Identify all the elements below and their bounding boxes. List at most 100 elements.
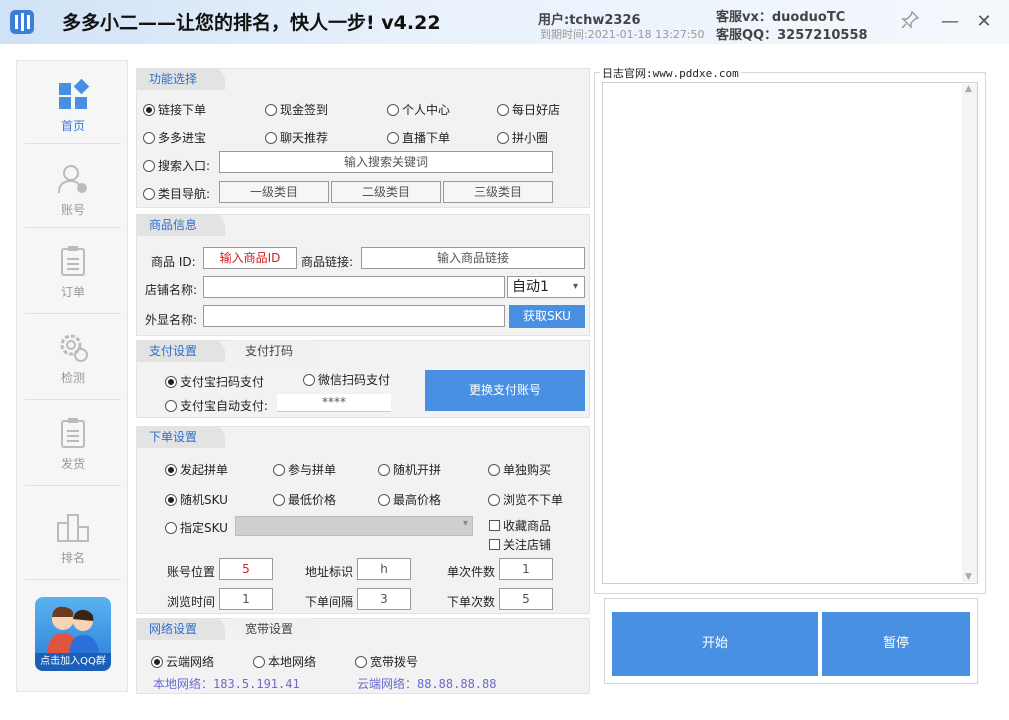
qty-label: 单次件数 bbox=[447, 565, 496, 579]
radio-single-buy[interactable]: 单独购买 bbox=[488, 461, 551, 478]
user-account-icon bbox=[57, 163, 89, 195]
app-logo-icon bbox=[10, 10, 34, 34]
radio-random-sku[interactable]: 随机SKU bbox=[165, 491, 228, 508]
order-times-input[interactable]: 5 bbox=[499, 588, 553, 610]
category-level1-button[interactable]: 一级类目 bbox=[219, 181, 329, 203]
radio-local-network[interactable]: 本地网络 bbox=[253, 653, 316, 670]
radio-duoduo-jinbao[interactable]: 多多进宝 bbox=[143, 129, 206, 146]
tab-pay-captcha[interactable]: 支付打码 bbox=[233, 340, 321, 362]
shop-name-label: 店铺名称: bbox=[145, 283, 198, 297]
sidebar-item-shipping[interactable]: 发货 bbox=[17, 403, 129, 483]
radio-highest-price[interactable]: 最高价格 bbox=[378, 491, 441, 508]
radio-alipay-scan[interactable]: 支付宝扫码支付 bbox=[165, 373, 264, 390]
change-pay-account-button[interactable]: 更换支付账号 bbox=[425, 370, 585, 411]
account-pos-label: 账号位置 bbox=[167, 565, 216, 579]
radio-alipay-auto[interactable]: 支付宝自动支付: bbox=[165, 397, 268, 414]
log-title: 日志官网:www.pddxe.com bbox=[600, 65, 741, 81]
radio-category-nav[interactable]: 类目导航: bbox=[143, 185, 210, 202]
tab-goods-info[interactable]: 商品信息 bbox=[137, 214, 225, 236]
radio-join-group[interactable]: 参与拼单 bbox=[273, 461, 336, 478]
close-button[interactable]: ✕ bbox=[972, 10, 996, 34]
goods-panel: 商品信息 商品 ID: 输入商品ID 商品链接: 输入商品链接 店铺名称: 自动… bbox=[136, 214, 590, 336]
radio-daily-shop[interactable]: 每日好店 bbox=[497, 101, 560, 118]
qty-input[interactable]: 1 bbox=[499, 558, 553, 580]
alipay-password-input[interactable]: **** bbox=[277, 394, 391, 412]
checkbox-collect-goods[interactable]: 收藏商品 bbox=[489, 517, 551, 534]
qq-group-label: 点击加入QQ群 bbox=[35, 653, 111, 671]
sku-select[interactable]: ▾ bbox=[235, 516, 473, 536]
tab-func-select[interactable]: 功能选择 bbox=[137, 68, 225, 90]
radio-live-order[interactable]: 直播下单 bbox=[387, 129, 450, 146]
cloud-ip: 云端网络：88.88.88.88 bbox=[357, 677, 497, 691]
sidebar-item-label: 排名 bbox=[60, 551, 85, 565]
minimize-button[interactable]: — bbox=[938, 10, 962, 34]
scroll-down-icon[interactable]: ▼ bbox=[965, 572, 972, 582]
service-wechat: 客服vx：duoduoTC bbox=[716, 10, 846, 25]
radio-cash-checkin[interactable]: 现金签到 bbox=[265, 101, 328, 118]
shop-name-input[interactable] bbox=[203, 276, 505, 298]
radio-wechat-scan[interactable]: 微信扫码支付 bbox=[303, 371, 390, 388]
pause-button[interactable]: 暂停 bbox=[822, 612, 970, 676]
sidebar-item-ranking[interactable]: 排名 bbox=[17, 497, 129, 577]
goods-id-input[interactable]: 输入商品ID bbox=[203, 247, 297, 269]
tab-broadband-settings[interactable]: 宽带设置 bbox=[233, 618, 321, 640]
sidebar-item-check[interactable]: 检测 bbox=[17, 317, 129, 397]
chevron-down-icon: ▾ bbox=[462, 518, 468, 529]
radio-search-entry[interactable]: 搜索入口: bbox=[143, 157, 210, 174]
category-level3-button[interactable]: 三级类目 bbox=[443, 181, 553, 203]
start-button[interactable]: 开始 bbox=[612, 612, 818, 676]
radio-cloud-network[interactable]: 云端网络 bbox=[151, 653, 214, 670]
radio-specify-sku[interactable]: 指定SKU bbox=[165, 519, 228, 536]
pin-icon[interactable] bbox=[898, 10, 922, 34]
order-interval-input[interactable]: 3 bbox=[357, 588, 411, 610]
radio-random-group[interactable]: 随机开拼 bbox=[378, 461, 441, 478]
service-qq: 客服QQ：3257210558 bbox=[716, 28, 868, 43]
log-scrollbar[interactable]: ▲ ▼ bbox=[962, 84, 977, 582]
radio-chat-recommend[interactable]: 聊天推荐 bbox=[265, 129, 328, 146]
sidebar-item-label: 首页 bbox=[60, 119, 85, 133]
radio-link-order[interactable]: 链接下单 bbox=[143, 101, 206, 118]
ranking-podium-icon bbox=[57, 511, 89, 543]
radio-lowest-price[interactable]: 最低价格 bbox=[273, 491, 336, 508]
tab-pay-settings[interactable]: 支付设置 bbox=[137, 340, 225, 362]
expire-time: 到期时间:2021-01-18 13:27:50 bbox=[540, 28, 705, 41]
app-title: 多多小二——让您的排名，快人一步! v4.22 bbox=[62, 12, 441, 34]
gear-check-icon bbox=[57, 331, 89, 363]
tab-network-settings[interactable]: 网络设置 bbox=[137, 618, 225, 640]
log-textarea[interactable] bbox=[602, 82, 978, 584]
browse-time-input[interactable]: 1 bbox=[219, 588, 273, 610]
goods-link-input[interactable]: 输入商品链接 bbox=[361, 247, 585, 269]
search-input[interactable]: 输入搜索关键词 bbox=[219, 151, 553, 173]
home-grid-icon bbox=[57, 78, 90, 111]
checkbox-follow-shop[interactable]: 关注店铺 bbox=[489, 536, 551, 553]
goods-link-label: 商品链接: bbox=[301, 255, 354, 269]
category-level2-button[interactable]: 二级类目 bbox=[331, 181, 441, 203]
sidebar-item-home[interactable]: 首页 bbox=[17, 65, 129, 145]
chevron-down-icon: ▾ bbox=[572, 281, 578, 292]
func-panel: 功能选择 链接下单 现金签到 个人中心 每日好店 多多进宝 聊天推荐 直播下单 … bbox=[136, 68, 590, 208]
network-panel: 网络设置 宽带设置 云端网络 本地网络 宽带拨号 本地网络：183.5.191.… bbox=[136, 618, 590, 694]
pay-panel: 支付设置 支付打码 支付宝扫码支付 微信扫码支付 支付宝自动支付: **** 更… bbox=[136, 340, 590, 418]
tab-order-settings[interactable]: 下单设置 bbox=[137, 426, 225, 448]
order-interval-label: 下单间隔 bbox=[305, 595, 354, 609]
qq-group-button[interactable]: 点击加入QQ群 bbox=[35, 597, 111, 671]
auto-select[interactable]: 自动1 ▾ bbox=[507, 276, 585, 298]
sidebar-item-account[interactable]: 账号 bbox=[17, 149, 129, 229]
display-name-input[interactable] bbox=[203, 305, 505, 327]
radio-browse-only[interactable]: 浏览不下单 bbox=[488, 491, 563, 508]
order-panel: 下单设置 发起拼单 参与拼单 随机开拼 单独购买 随机SKU 最低价格 最高价格… bbox=[136, 426, 590, 614]
people-icon bbox=[47, 606, 99, 653]
address-input[interactable]: h bbox=[357, 558, 411, 580]
order-times-label: 下单次数 bbox=[447, 595, 496, 609]
get-sku-button[interactable]: 获取SKU bbox=[509, 305, 585, 328]
radio-pin-circle[interactable]: 拼小圈 bbox=[497, 129, 548, 146]
radio-start-group[interactable]: 发起拼单 bbox=[165, 461, 228, 478]
account-pos-input[interactable]: 5 bbox=[219, 558, 273, 580]
radio-personal-center[interactable]: 个人中心 bbox=[387, 101, 450, 118]
sidebar-item-label: 账号 bbox=[60, 203, 85, 217]
sidebar-item-orders[interactable]: 订单 bbox=[17, 231, 129, 311]
radio-broadband-dial[interactable]: 宽带拨号 bbox=[355, 653, 418, 670]
local-ip: 本地网络：183.5.191.41 bbox=[153, 677, 300, 691]
browse-time-label: 浏览时间 bbox=[167, 595, 216, 609]
scroll-up-icon[interactable]: ▲ bbox=[965, 84, 972, 94]
